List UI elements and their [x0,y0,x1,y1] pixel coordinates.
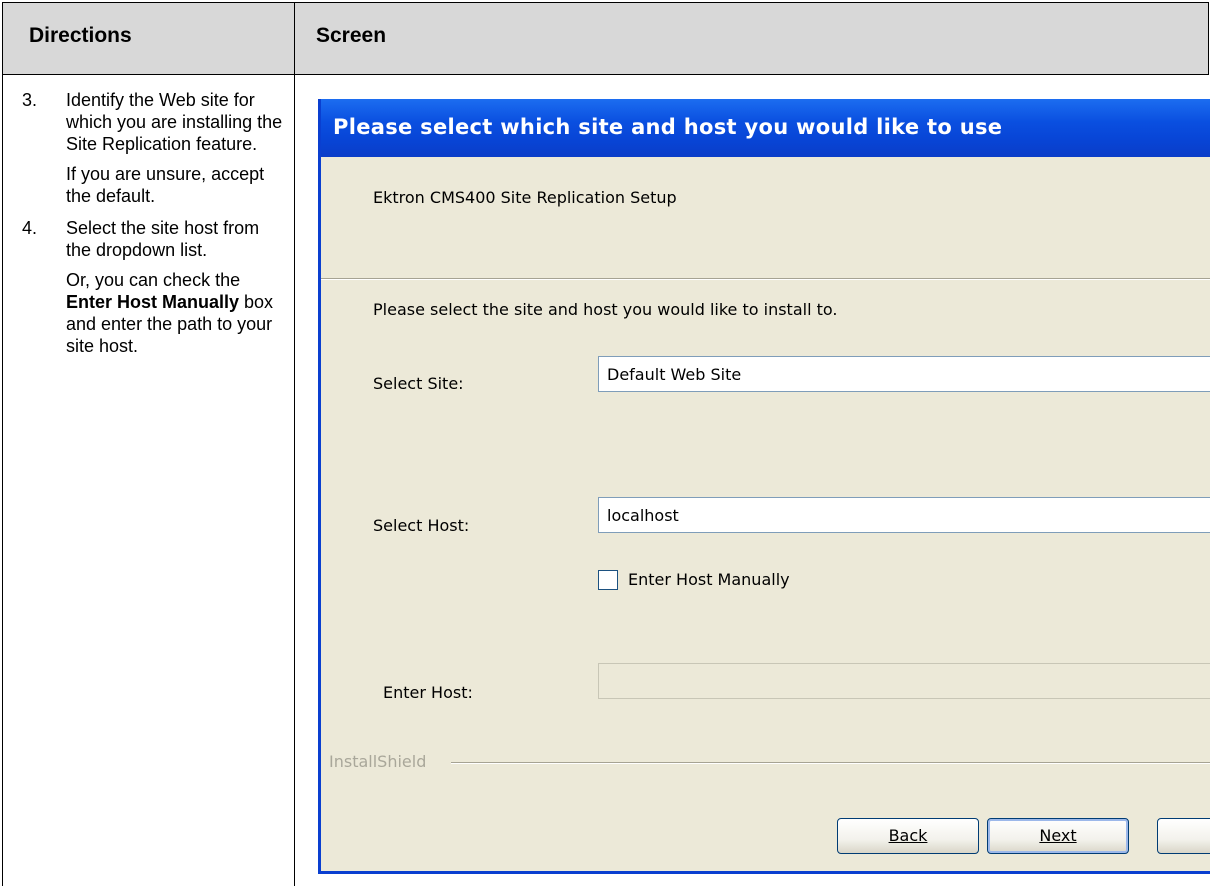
select-host-dropdown[interactable]: localhost [598,497,1210,533]
table-header-divider [2,74,1209,75]
header-screen: Screen [316,24,387,47]
header-directions: Directions [29,24,132,47]
directions-list: 3. Identify the Web site for which you a… [14,89,284,367]
table-border-right [1208,2,1209,74]
select-site-dropdown[interactable]: Default Web Site [598,356,1210,392]
dialog-title: Please select which site and host you wo… [333,115,1003,139]
select-site-value: Default Web Site [607,365,742,384]
back-button-label: Back [888,826,928,845]
installshield-dialog: Please select which site and host you wo… [318,99,1210,874]
table-column-divider [294,2,295,886]
dialog-title-bar: Please select which site and host you wo… [321,99,1210,157]
select-host-value: localhost [607,506,679,525]
enter-host-manually-label[interactable]: Enter Host Manually [628,570,790,589]
dialog-body: Please select the site and host you woul… [321,279,1210,871]
step-number: 3. [22,90,38,110]
table-header-row [2,2,1209,74]
table-border-top [2,2,1209,3]
step-note-bold: Enter Host Manually [66,292,240,312]
dialog-subtitle: Ektron CMS400 Site Replication Setup [373,188,677,207]
step-4: 4. Select the site host from the dropdow… [14,217,284,357]
dialog-instruction: Please select the site and host you woul… [373,300,838,319]
step-text: Select the site host from the dropdown l… [66,218,260,260]
installshield-branding: InstallShield [329,752,427,771]
select-host-label: Select Host: [373,516,470,535]
step-note-pre: Or, you can check the [66,270,241,290]
dialog-header-panel: Ektron CMS400 Site Replication Setup [321,157,1210,279]
cancel-button-partial[interactable] [1157,818,1210,854]
step-note: Or, you can check the Enter Host Manuall… [66,269,284,357]
enter-host-input[interactable] [598,663,1210,699]
branding-divider [451,762,1210,764]
enter-host-label: Enter Host: [383,683,473,702]
step-note: If you are unsure, accept the default. [66,164,265,206]
enter-host-manually-checkbox[interactable] [598,570,618,590]
next-button[interactable]: Next [987,818,1129,854]
step-3: 3. Identify the Web site for which you a… [14,89,284,207]
next-button-label: Next [1039,826,1077,845]
step-number: 4. [22,218,38,238]
step-text: Identify the Web site for which you are … [66,90,283,154]
select-site-label: Select Site: [373,374,464,393]
back-button[interactable]: Back [837,818,979,854]
table-border-left [2,2,3,886]
